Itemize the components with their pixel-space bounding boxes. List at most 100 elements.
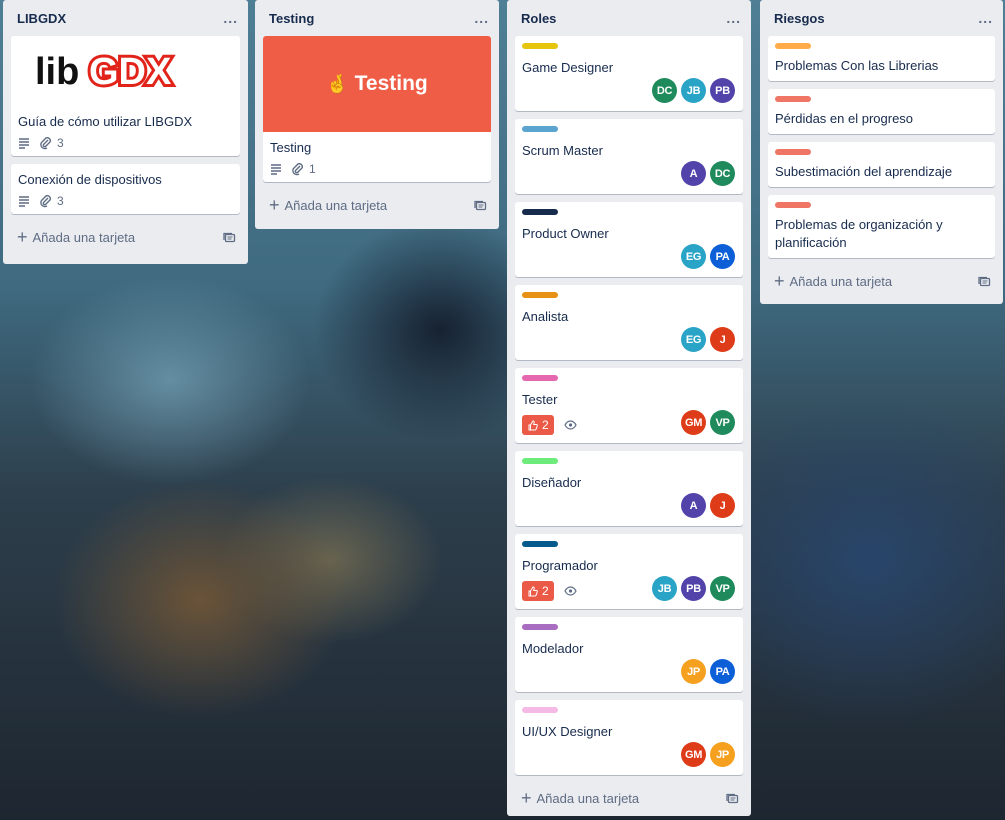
role-card[interactable]: Game Designer DC JB PB — [515, 36, 743, 111]
card-footer: DC JB PB — [522, 77, 735, 103]
riesgos-card-container: Problemas Con las Librerias Pérdidas en e… — [768, 36, 995, 258]
member-avatar[interactable]: EG — [681, 327, 706, 352]
role-card[interactable]: Programador 2 JB PB VP — [515, 534, 743, 609]
list-title[interactable]: LIBGDX — [17, 11, 66, 26]
card-label[interactable] — [522, 624, 558, 630]
thumbs-up-icon — [528, 585, 538, 596]
risk-card[interactable]: Pérdidas en el progreso — [768, 89, 995, 134]
member-avatar[interactable]: JP — [681, 659, 706, 684]
role-card[interactable]: UI/UX Designer GM JP — [515, 700, 743, 775]
description-badge — [270, 163, 282, 175]
list-menu-button[interactable]: ... — [726, 10, 741, 26]
add-card-label: Añada una tarjeta — [789, 273, 893, 289]
add-card-label: Añada una tarjeta — [32, 229, 136, 245]
member-avatar[interactable]: A — [681, 161, 706, 186]
member-avatar[interactable]: J — [710, 493, 735, 518]
card-label[interactable] — [775, 96, 811, 102]
lines-icon — [19, 196, 29, 207]
card-testing[interactable]: 🤞 Testing Testing 1 — [263, 36, 491, 182]
card-title: Modelador — [522, 641, 584, 656]
member-avatar[interactable]: GM — [681, 410, 706, 435]
plus-icon: + — [269, 195, 280, 215]
card-title: Problemas de organización y planificació… — [775, 217, 943, 250]
card-members: GM JP — [681, 742, 735, 767]
card-template-icon[interactable] — [223, 231, 236, 244]
card-body: Pérdidas en el progreso — [768, 89, 995, 134]
card-label[interactable] — [775, 43, 811, 49]
card-label[interactable] — [522, 375, 558, 381]
member-avatar[interactable]: PB — [681, 576, 706, 601]
card-template-icon[interactable] — [726, 792, 739, 805]
role-card[interactable]: Tester 2 GM VP — [515, 368, 743, 443]
card-label[interactable] — [775, 149, 811, 155]
member-avatar[interactable]: PB — [710, 78, 735, 103]
vote-badge[interactable]: 2 — [522, 581, 554, 601]
card-body: Product Owner EG PA — [515, 202, 743, 274]
role-card[interactable]: Modelador JP PA — [515, 617, 743, 692]
card-footer: A DC — [522, 160, 735, 186]
add-card-button[interactable]: + Añada una tarjeta — [11, 222, 240, 252]
member-avatar[interactable]: EG — [681, 244, 706, 269]
add-card-button[interactable]: + Añada una tarjeta — [768, 266, 995, 296]
list-menu-button[interactable]: ... — [474, 10, 489, 26]
list-header: LIBGDX ... — [11, 0, 240, 36]
card-template-icon[interactable] — [474, 199, 487, 212]
eye-icon — [564, 584, 577, 599]
risk-card[interactable]: Problemas de organización y planificació… — [768, 195, 995, 258]
member-avatar[interactable]: PA — [710, 244, 735, 269]
role-card[interactable]: Diseñador A J — [515, 451, 743, 526]
card-body: Problemas Con las Librerias — [768, 36, 995, 81]
add-card-label: Añada una tarjeta — [536, 790, 640, 806]
eye-icon — [564, 418, 577, 433]
member-avatar[interactable]: PA — [710, 659, 735, 684]
role-card[interactable]: Analista EG J — [515, 285, 743, 360]
member-avatar[interactable]: DC — [652, 78, 677, 103]
card-guia-libgdx[interactable]: lib GDX Guía de cómo utilizar LIBGDX 3 — [11, 36, 240, 156]
add-card-button[interactable]: + Añada una tarjeta — [263, 190, 491, 220]
card-badges: 3 — [18, 135, 232, 151]
card-label[interactable] — [522, 43, 558, 49]
role-card[interactable]: Scrum Master A DC — [515, 119, 743, 194]
attachment-badge: 1 — [292, 162, 316, 176]
card-label[interactable] — [522, 458, 558, 464]
risk-card[interactable]: Subestimación del aprendizaje — [768, 142, 995, 187]
card-conexion-dispositivos[interactable]: Conexión de dispositivos 3 — [11, 164, 240, 214]
roles-card-container: Game Designer DC JB PB Scrum Master A DC Produc… — [515, 36, 743, 775]
member-avatar[interactable]: A — [681, 493, 706, 518]
card-template-icon[interactable] — [978, 275, 991, 288]
member-avatar[interactable]: GM — [681, 742, 706, 767]
card-label[interactable] — [522, 209, 558, 215]
member-avatar[interactable]: J — [710, 327, 735, 352]
member-avatar[interactable]: JB — [681, 78, 706, 103]
list-title[interactable]: Roles — [521, 11, 556, 26]
card-label[interactable] — [522, 707, 558, 713]
paperclip-icon — [292, 162, 303, 175]
card-label[interactable] — [522, 292, 558, 298]
role-card[interactable]: Product Owner EG PA — [515, 202, 743, 277]
vote-badge[interactable]: 2 — [522, 415, 554, 435]
member-avatar[interactable]: JB — [652, 576, 677, 601]
card-label[interactable] — [522, 541, 558, 547]
list-title[interactable]: Testing — [269, 11, 314, 26]
member-avatar[interactable]: VP — [710, 576, 735, 601]
card-label[interactable] — [775, 202, 811, 208]
cover-title: Testing — [354, 72, 428, 95]
lines-icon — [19, 138, 29, 149]
member-avatar[interactable]: JP — [710, 742, 735, 767]
risk-card[interactable]: Problemas Con las Librerias — [768, 36, 995, 81]
list-title[interactable]: Riesgos — [774, 11, 825, 26]
card-footer: EG J — [522, 326, 735, 352]
paperclip-icon — [40, 136, 51, 149]
paperclip-icon — [40, 194, 51, 207]
card-cover-libgdx-logo: lib GDX — [11, 36, 240, 106]
member-avatar[interactable]: DC — [710, 161, 735, 186]
list-menu-button[interactable]: ... — [978, 10, 993, 26]
thumbs-up-icon — [528, 419, 538, 430]
member-avatar[interactable]: VP — [710, 410, 735, 435]
list-menu-button[interactable]: ... — [223, 10, 238, 26]
card-badges: 2 — [522, 581, 577, 601]
add-card-button[interactable]: + Añada una tarjeta — [515, 783, 743, 813]
plus-icon: + — [17, 227, 28, 247]
card-label[interactable] — [522, 126, 558, 132]
attachment-count: 3 — [57, 194, 64, 208]
